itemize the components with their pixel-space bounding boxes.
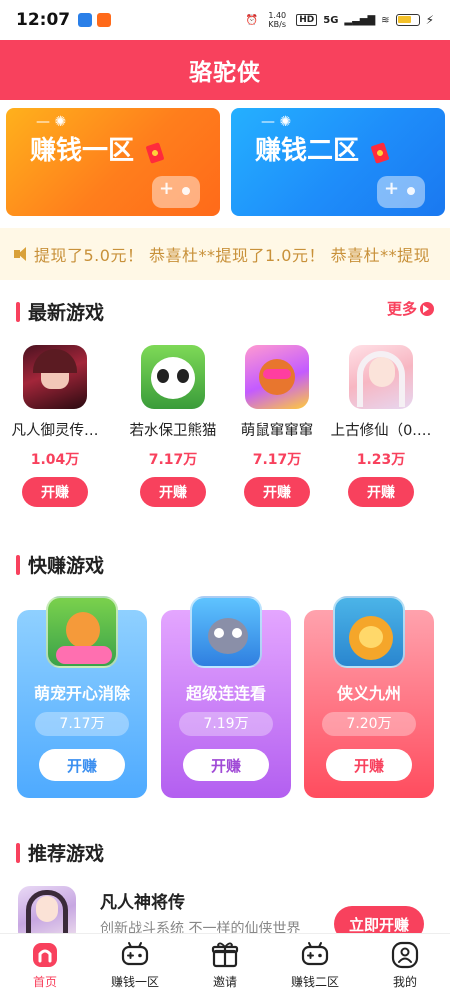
section-accent-bar [16, 301, 20, 322]
game-name: 侠义九州 [336, 684, 401, 703]
charging-icon: ⚡ [425, 13, 434, 27]
battery-icon [395, 14, 420, 26]
tab-label: 我的 [392, 975, 417, 989]
notice-text: 提现了5.0元！ 恭喜杜**提现了1.0元！ 恭喜杜**提现 [34, 246, 431, 265]
game-icon [245, 345, 309, 409]
play-button[interactable]: 开赚 [326, 749, 412, 781]
tab-zone-2[interactable]: 赚钱二区 [270, 934, 360, 995]
gamepad-icon [377, 176, 425, 208]
new-game-card[interactable]: 若水保卫熊猫 7.17万 开赚 [121, 345, 225, 507]
speaker-icon [14, 246, 30, 262]
quick-game-card[interactable]: 萌宠开心消除 7.17万 开赚 [17, 596, 147, 798]
game-icon [190, 596, 262, 668]
game-icon [23, 345, 87, 409]
tab-label: 赚钱一区 [110, 975, 159, 989]
zone-2-banner[interactable]: — ✺ 赚钱二区 [231, 108, 445, 216]
game-name: 萌鼠窜窜窜 [240, 423, 314, 439]
sparkle-icon: — ✺ [36, 114, 67, 130]
play-button[interactable]: 开赚 [140, 477, 206, 507]
game-player-count: 7.20万 [322, 712, 416, 736]
game-player-count: 1.23万 [356, 452, 406, 468]
game-icon [141, 345, 205, 409]
zone-2-label: 赚钱二区 [255, 136, 360, 166]
status-bar: 12:07 ⏰ 1.40 KB/s HD 5G ▂▃▅▇ ≋ ⚡ [0, 0, 450, 40]
wifi-icon: ≋ [381, 14, 390, 26]
section-accent-bar [16, 842, 20, 863]
taobao-notification-icon [97, 13, 112, 27]
section-quick-title: 快赚游戏 [16, 551, 104, 578]
section-recommend-label: 推荐游戏 [28, 843, 105, 865]
play-button[interactable]: 开赚 [39, 749, 125, 781]
game-name: 上古修仙（0.… [330, 423, 432, 439]
alarm-icon: ⏰ [245, 14, 259, 26]
signal-icon: ▂▃▅▇ [344, 14, 376, 26]
game-name: 若水保卫熊猫 [129, 423, 217, 439]
zone-1-banner[interactable]: — ✺ 赚钱一区 [6, 108, 220, 216]
section-newest-title: 最新游戏 [16, 298, 104, 325]
red-envelope-icon [370, 142, 390, 164]
bottom-tab-bar: 首页 赚钱一区 邀请 赚钱二区 我的 [0, 933, 450, 995]
play-button[interactable]: 开赚 [22, 477, 88, 507]
game-player-count: 7.17万 [35, 712, 129, 736]
game-icon [349, 345, 413, 409]
new-game-card[interactable]: 上古修仙（0.… 1.23万 开赚 [329, 345, 433, 507]
game-icon [46, 596, 118, 668]
new-game-card[interactable]: 萌鼠窜窜窜 7.17万 开赚 [225, 345, 329, 507]
chevron-right-icon [420, 301, 434, 316]
tab-zone-1[interactable]: 赚钱一区 [90, 934, 180, 995]
network-label: 5G [323, 14, 339, 26]
game-name: 萌宠开心消除 [33, 684, 130, 703]
game-player-count: 7.17万 [148, 452, 198, 468]
zone-1-label: 赚钱一区 [30, 136, 135, 166]
home-icon [33, 943, 57, 967]
withdraw-notice-bar: 提现了5.0元！ 恭喜杜**提现了1.0元！ 恭喜杜**提现 [0, 228, 450, 280]
play-button[interactable]: 开赚 [244, 477, 310, 507]
status-time: 12:07 [16, 10, 71, 30]
game-icon [333, 596, 405, 668]
gift-icon [211, 942, 239, 968]
game-player-count: 7.19万 [179, 712, 273, 736]
tab-invite[interactable]: 邀请 [180, 934, 270, 995]
quick-game-card[interactable]: 超级连连看 7.19万 开赚 [161, 596, 291, 798]
net-speed: 1.40 KB/s [268, 11, 287, 29]
new-game-card[interactable]: 凡人御灵传… 1.04万 开赚 [3, 345, 107, 507]
app-header: 骆驼侠 [0, 40, 450, 100]
section-recommend-title: 推荐游戏 [16, 839, 104, 866]
status-indicators: ⏰ 1.40 KB/s HD 5G ▂▃▅▇ ≋ ⚡ [246, 11, 434, 29]
section-newest-label: 最新游戏 [28, 302, 105, 324]
tab-profile[interactable]: 我的 [360, 934, 450, 995]
app-notification-icon [78, 13, 93, 27]
app-title: 骆驼侠 [189, 60, 261, 86]
game-player-count: 1.04万 [30, 452, 80, 468]
section-accent-bar [16, 554, 20, 575]
hd-badge: HD [296, 14, 318, 26]
profile-icon [391, 941, 419, 969]
tab-home[interactable]: 首页 [0, 934, 90, 995]
game-name: 凡人御灵传… [11, 423, 99, 439]
recommend-game-name: 凡人神将传 [100, 893, 185, 913]
tab-label: 赚钱二区 [290, 975, 339, 989]
section-quick-label: 快赚游戏 [28, 555, 105, 577]
gamepad-icon [301, 942, 329, 966]
quick-game-card[interactable]: 侠义九州 7.20万 开赚 [304, 596, 434, 798]
sparkle-icon: — ✺ [261, 114, 292, 130]
gamepad-icon [152, 176, 200, 208]
play-button[interactable]: 开赚 [183, 749, 269, 781]
tab-label: 邀请 [212, 975, 237, 989]
game-player-count: 7.17万 [252, 452, 302, 468]
tab-label: 首页 [32, 975, 57, 989]
more-label: 更多 [386, 300, 417, 318]
play-button[interactable]: 开赚 [348, 477, 414, 507]
more-button[interactable]: 更多 [387, 298, 434, 319]
red-envelope-icon [145, 142, 165, 164]
gamepad-icon [121, 942, 149, 966]
game-name: 超级连连看 [185, 684, 266, 703]
